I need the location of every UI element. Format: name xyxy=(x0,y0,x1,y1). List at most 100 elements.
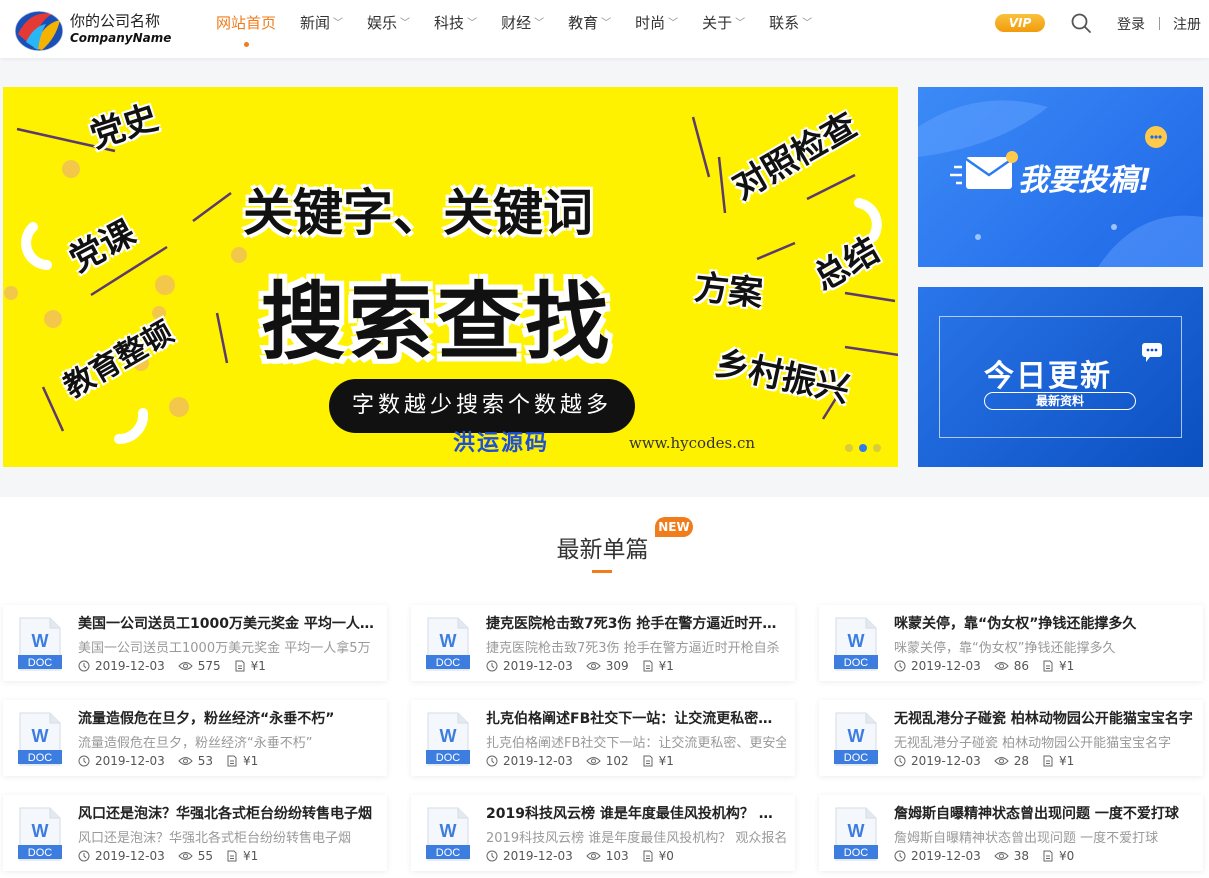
word-doc-icon: W DOC xyxy=(18,712,62,766)
article-card[interactable]: W DOC 无视乱港分子碰瓷 柏林动物园公开能猫宝宝名字 无视乱港分子碰瓷 柏林… xyxy=(819,700,1203,776)
nav-label: 时尚 xyxy=(635,14,666,32)
nav-item-education[interactable]: 教育 ﹀ xyxy=(556,0,623,58)
nav-item-tech[interactable]: 科技 ﹀ xyxy=(422,0,489,58)
article-title[interactable]: 咪蒙关停，靠“伪女权”挣钱还能撑多久 xyxy=(894,613,1194,633)
carousel-dot[interactable] xyxy=(845,444,853,452)
eye-icon xyxy=(178,757,193,765)
article-card[interactable]: W DOC 风口还是泡沫？华强北各式柜台纷纷转售电子烟 风口还是泡沫？华强北各式… xyxy=(3,795,387,871)
article-meta: 2019-12-03 309 ¥1 xyxy=(486,659,674,673)
article-summary: 咪蒙关停，靠“伪女权”挣钱还能撑多久 xyxy=(894,641,1116,656)
update-promo[interactable]: 今日更新 最新资料 xyxy=(918,287,1203,467)
word-doc-icon: W DOC xyxy=(834,807,878,861)
article-title[interactable]: 美国一公司送员工1000万美元奖金 平均一人拿5万 xyxy=(78,613,378,633)
carousel-dot[interactable] xyxy=(873,444,881,452)
article-date: 2019-12-03 xyxy=(503,754,573,768)
nav-item-news[interactable]: 新闻 ﹀ xyxy=(288,0,355,58)
title-underline xyxy=(592,570,612,573)
banner-tag: 方案 xyxy=(692,267,765,315)
nav-item-contact[interactable]: 联系 ﹀ xyxy=(757,0,824,58)
carousel-dot-active[interactable] xyxy=(859,444,867,452)
file-icon xyxy=(227,850,237,862)
register-link[interactable]: 注册 xyxy=(1173,14,1201,34)
banner-headline: 关键字、关键词 xyxy=(243,184,593,242)
submit-title: 我要投稿! xyxy=(1018,163,1152,198)
article-price: ¥0 xyxy=(658,849,674,863)
clock-icon xyxy=(486,660,498,672)
svg-text:DOC: DOC xyxy=(28,847,53,859)
article-card[interactable]: W DOC 美国一公司送员工1000万美元奖金 平均一人拿5万 美国一公司送员工… xyxy=(3,605,387,681)
update-subtitle: 最新资料 xyxy=(984,392,1136,410)
article-views: 53 xyxy=(197,754,214,768)
chevron-down-icon: ﹀ xyxy=(735,18,746,29)
clock-icon xyxy=(486,755,498,767)
logo-icon xyxy=(14,10,64,52)
svg-text:W: W xyxy=(848,821,865,841)
article-summary: 2019科技风云榜 谁是年度最佳风投机构？ 观众报名 xyxy=(486,831,786,846)
vip-button[interactable]: VIP xyxy=(995,14,1045,32)
svg-text:DOC: DOC xyxy=(436,847,461,859)
article-summary: 流量造假危在旦夕，粉丝经济“永垂不朽” xyxy=(78,736,313,751)
nav-item-fashion[interactable]: 时尚 ﹀ xyxy=(623,0,690,58)
login-link[interactable]: 登录 xyxy=(1117,14,1145,34)
article-title[interactable]: 风口还是泡沫？华强北各式柜台纷纷转售电子烟 xyxy=(78,803,378,823)
watermark-url: www.hycodes.cn xyxy=(629,434,756,452)
article-price: ¥0 xyxy=(1059,849,1075,863)
logo-name-en: CompanyName xyxy=(70,31,172,45)
file-icon xyxy=(1043,755,1053,767)
article-title[interactable]: 詹姆斯自曝精神状态曾出现问题 一度不爱打球 xyxy=(894,803,1194,823)
search-icon[interactable] xyxy=(1070,12,1092,34)
article-title[interactable]: 无视乱港分子碰瓷 柏林动物园公开能猫宝宝名字 xyxy=(894,708,1194,728)
article-card[interactable]: W DOC 流量造假危在旦夕，粉丝经济“永垂不朽” 流量造假危在旦夕，粉丝经济“… xyxy=(3,700,387,776)
article-views: 86 xyxy=(1013,659,1030,673)
article-meta: 2019-12-03 103 ¥0 xyxy=(486,849,674,863)
chevron-down-icon: ﹀ xyxy=(802,18,813,29)
carousel-indicators xyxy=(845,444,881,452)
article-price: ¥1 xyxy=(658,659,674,673)
eye-icon xyxy=(586,757,601,765)
article-title[interactable]: 捷克医院枪击致7死3伤 抢手在警方逼近时开枪自杀 xyxy=(486,613,786,633)
logo-name-cn: 你的公司名称 xyxy=(70,12,161,30)
article-title[interactable]: 2019科技风云榜 谁是年度最佳风投机构？ 观众报名 xyxy=(486,803,786,823)
nav-item-entertainment[interactable]: 娱乐 ﹀ xyxy=(355,0,422,58)
article-meta: 2019-12-03 55 ¥1 xyxy=(78,849,258,863)
article-date: 2019-12-03 xyxy=(95,754,165,768)
article-summary: 无视乱港分子碰瓷 柏林动物园公开能猫宝宝名字 xyxy=(894,736,1172,751)
nav-item-about[interactable]: 关于 ﹀ xyxy=(690,0,757,58)
nav-item-finance[interactable]: 财经 ﹀ xyxy=(489,0,556,58)
article-views: 28 xyxy=(1013,754,1030,768)
submit-promo[interactable]: 我要投稿! xyxy=(918,87,1203,267)
svg-text:W: W xyxy=(848,726,865,746)
article-views: 575 xyxy=(197,659,221,673)
banner-carousel[interactable]: 党史 党课 教育整顿 对照检查 方案 总结 乡村振兴 关键字、关键词 搜索查找 … xyxy=(3,87,898,467)
article-card[interactable]: W DOC 詹姆斯自曝精神状态曾出现问题 一度不爱打球 詹姆斯自曝精神状态曾出现… xyxy=(819,795,1203,871)
site-logo[interactable]: 你的公司名称 CompanyName xyxy=(12,4,172,54)
chevron-down-icon: ﹀ xyxy=(333,18,344,29)
nav-item-home[interactable]: 网站首页 xyxy=(204,0,288,58)
word-doc-icon: W DOC xyxy=(426,807,470,861)
watermark-cn: 洪运源码 xyxy=(453,431,550,456)
article-card[interactable]: W DOC 扎克伯格阐述FB社交下一站：让交流更私密、更安全 扎克伯格阐述FB社… xyxy=(411,700,795,776)
word-doc-icon: W DOC xyxy=(834,712,878,766)
article-meta: 2019-12-03 38 ¥0 xyxy=(894,849,1074,863)
chevron-down-icon: ﹀ xyxy=(400,18,411,29)
section-title: 最新单篇 xyxy=(556,537,649,563)
svg-text:W: W xyxy=(32,726,49,746)
article-price: ¥1 xyxy=(658,754,674,768)
nav-label: 网站首页 xyxy=(216,14,277,32)
article-card[interactable]: W DOC 咪蒙关停，靠“伪女权”挣钱还能撑多久 咪蒙关停，靠“伪女权”挣钱还能… xyxy=(819,605,1203,681)
nav-label: 关于 xyxy=(702,14,733,32)
svg-text:W: W xyxy=(440,631,457,651)
article-card[interactable]: W DOC 2019科技风云榜 谁是年度最佳风投机构？ 观众报名 2019科技风… xyxy=(411,795,795,871)
article-date: 2019-12-03 xyxy=(911,849,981,863)
nav-label: 新闻 xyxy=(300,14,331,32)
article-card[interactable]: W DOC 捷克医院枪击致7死3伤 抢手在警方逼近时开枪自杀 捷克医院枪击致7死… xyxy=(411,605,795,681)
eye-icon xyxy=(178,662,193,670)
article-date: 2019-12-03 xyxy=(95,849,165,863)
article-summary: 詹姆斯自曝精神状态曾出现问题 一度不爱打球 xyxy=(894,831,1159,846)
clock-icon xyxy=(894,850,906,862)
article-title[interactable]: 扎克伯格阐述FB社交下一站：让交流更私密、更安全 xyxy=(486,708,786,728)
clock-icon xyxy=(78,755,90,767)
article-title[interactable]: 流量造假危在旦夕，粉丝经济“永垂不朽” xyxy=(78,708,378,728)
article-views: 103 xyxy=(605,849,629,863)
new-badge: NEW xyxy=(655,517,693,537)
